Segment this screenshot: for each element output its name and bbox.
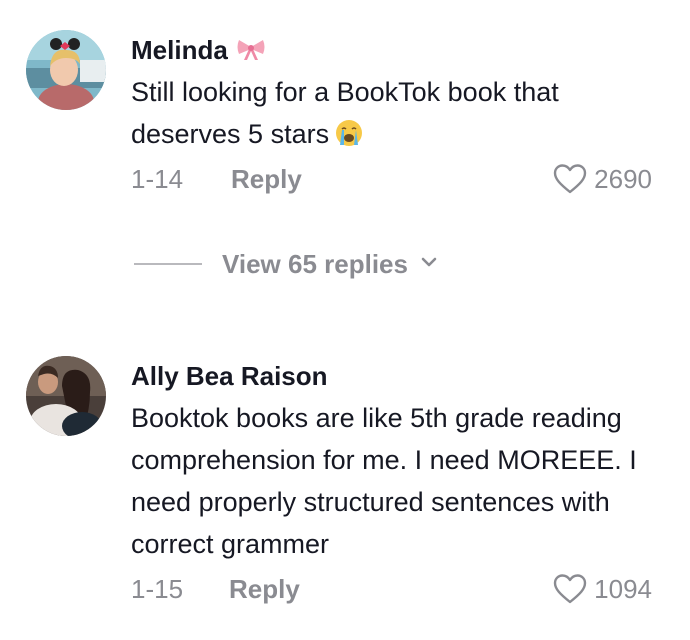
username[interactable]: Ally Bea Raison bbox=[131, 360, 328, 392]
comment-date: 1-15 bbox=[131, 574, 184, 604]
avatar[interactable] bbox=[26, 356, 106, 436]
comment-body: Booktok books are like 5th grade reading… bbox=[131, 403, 637, 559]
reply-button[interactable]: Reply bbox=[229, 573, 300, 605]
heart-outline-icon bbox=[553, 574, 587, 604]
comment-item: Ally Bea Raison Booktok books are like 5… bbox=[0, 0, 690, 640]
comment-text: Booktok books are like 5th grade reading… bbox=[131, 397, 671, 565]
like-button[interactable]: 1094 bbox=[552, 573, 652, 605]
username-text: Ally Bea Raison bbox=[131, 361, 328, 391]
like-count: 1094 bbox=[594, 574, 652, 604]
